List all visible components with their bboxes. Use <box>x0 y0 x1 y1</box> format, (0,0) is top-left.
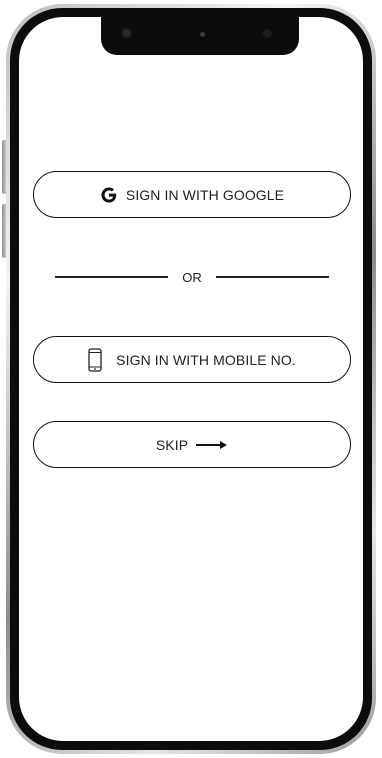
front-camera-icon <box>121 28 132 39</box>
divider-line-right <box>215 276 329 278</box>
speaker-icon <box>200 32 205 37</box>
skip-button[interactable]: SKIP <box>33 421 351 468</box>
app-stage: SIGN IN WITH GOOGLE OR SIGN IN WITH MOBI… <box>0 0 382 758</box>
google-g-icon <box>100 186 118 204</box>
sign-in-google-button[interactable]: SIGN IN WITH GOOGLE <box>33 171 351 218</box>
phone-bezel: SIGN IN WITH GOOGLE OR SIGN IN WITH MOBI… <box>10 8 372 750</box>
or-divider: OR <box>55 267 329 287</box>
phone-screen: SIGN IN WITH GOOGLE OR SIGN IN WITH MOBI… <box>19 17 363 741</box>
phone-frame: SIGN IN WITH GOOGLE OR SIGN IN WITH MOBI… <box>6 4 376 754</box>
mobile-phone-icon <box>88 347 102 372</box>
or-label: OR <box>182 269 202 285</box>
skip-label: SKIP <box>155 436 189 453</box>
sign-in-google-label: SIGN IN WITH GOOGLE <box>125 186 285 203</box>
notch <box>101 17 299 55</box>
arrow-right-icon <box>196 440 228 450</box>
divider-line-left <box>55 276 169 278</box>
sign-in-mobile-button[interactable]: SIGN IN WITH MOBILE NO. <box>33 336 351 383</box>
sign-in-mobile-label: SIGN IN WITH MOBILE NO. <box>116 351 296 368</box>
sensor-icon <box>263 29 272 38</box>
